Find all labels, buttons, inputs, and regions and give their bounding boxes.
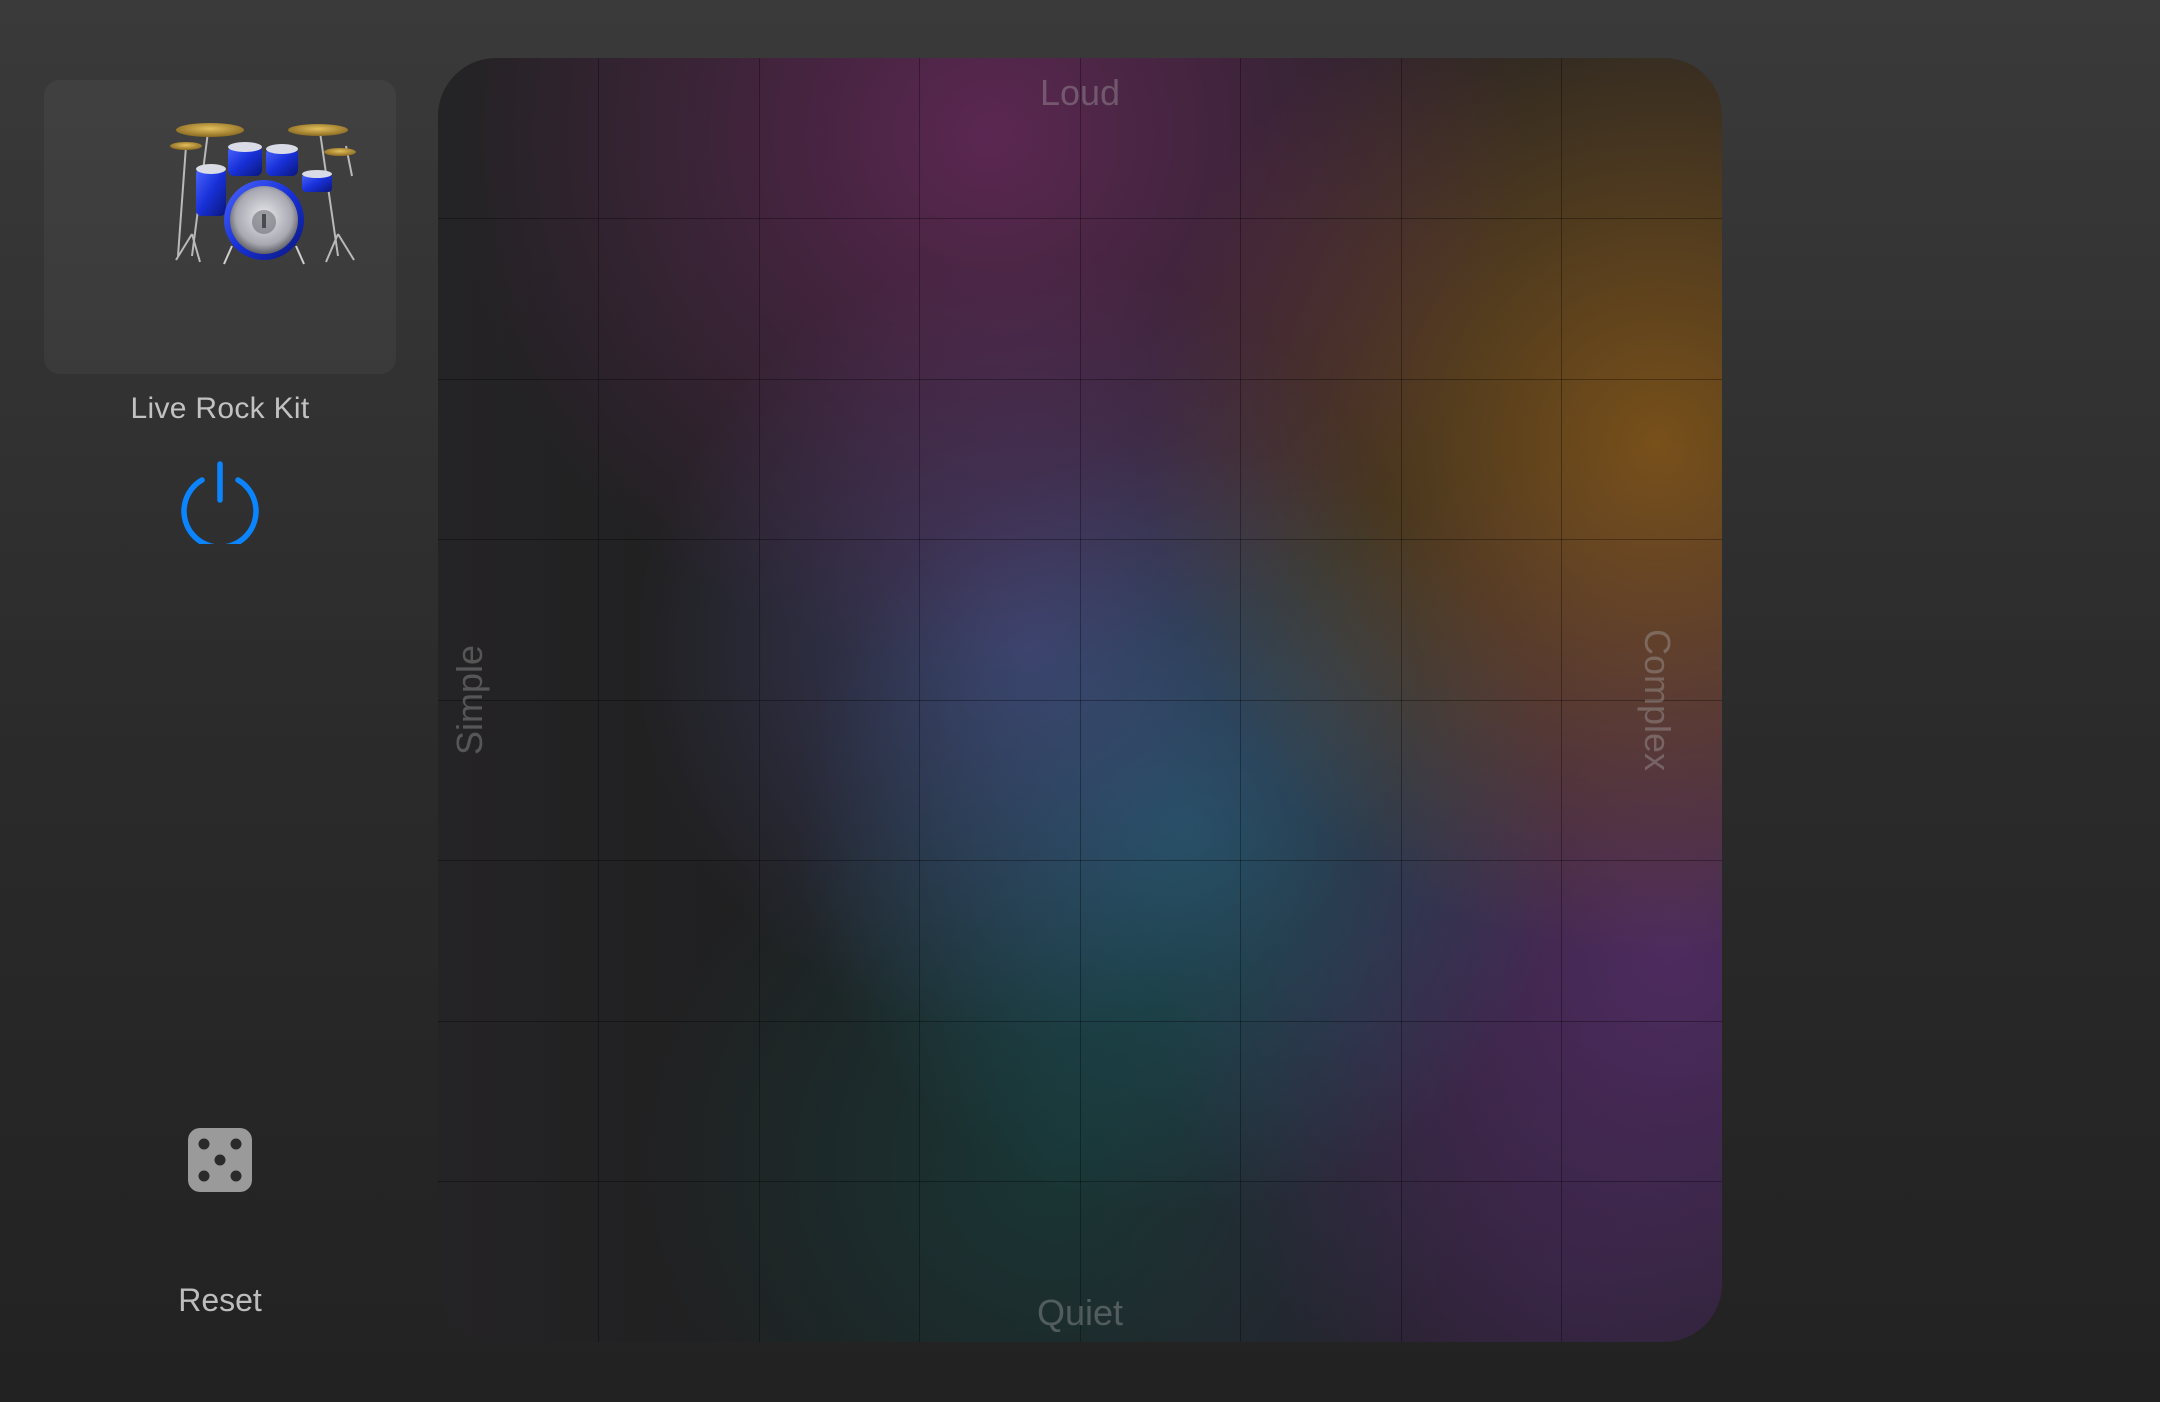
grid-line <box>438 860 1722 861</box>
drum-kit-selector[interactable]: Live Rock Kit <box>44 80 396 425</box>
dice-five-icon <box>188 1128 252 1192</box>
power-icon <box>181 461 259 550</box>
grid-line <box>438 218 1722 219</box>
grid-line <box>438 700 1722 701</box>
axis-label-complex: Complex <box>1636 628 1678 772</box>
grid-line <box>438 1021 1722 1022</box>
loudness-complexity-pad[interactable]: Loud Quiet Simple Complex <box>438 58 1722 1342</box>
randomize-button[interactable] <box>186 1126 254 1194</box>
axis-label-loud: Loud <box>1039 72 1121 113</box>
axis-label-simple: Simple <box>449 644 490 756</box>
power-button[interactable] <box>176 456 264 550</box>
drummer-sidebar: Live Rock Kit Reset <box>0 0 440 1402</box>
grid-line <box>438 379 1722 380</box>
drum-kit-image <box>170 123 356 265</box>
reset-button[interactable]: Reset <box>120 1282 320 1319</box>
grid-line <box>438 539 1722 540</box>
grid-line <box>438 1181 1722 1182</box>
axis-label-quiet: Quiet <box>1036 1292 1124 1333</box>
drum-kit-name: Live Rock Kit <box>130 392 310 425</box>
